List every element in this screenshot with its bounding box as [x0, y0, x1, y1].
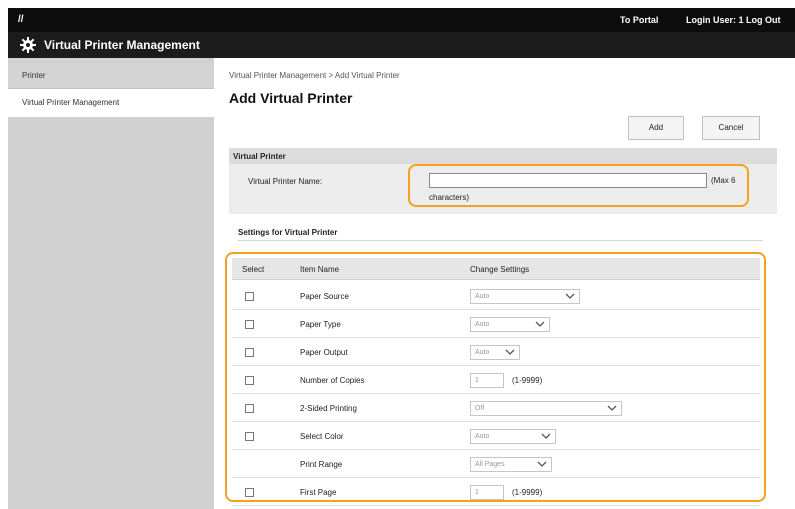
breadcrumb: Virtual Printer Management > Add Virtual… — [229, 71, 400, 80]
brand-slashes: // — [18, 14, 24, 25]
highlight-frame-name — [408, 164, 749, 207]
sidebar-item-virtual-printer-management[interactable]: Virtual Printer Management — [8, 89, 214, 117]
settings-title: Settings for Virtual Printer — [238, 228, 338, 237]
virtual-printer-name-label: Virtual Printer Name: — [248, 177, 323, 186]
page-title: Add Virtual Printer — [229, 90, 353, 106]
settings-description — [240, 244, 750, 252]
login-user-logout[interactable]: Login User: 1 Log Out — [686, 15, 781, 25]
top-bar: // To Portal Login User: 1 Log Out — [8, 8, 795, 32]
to-portal-link[interactable]: To Portal — [620, 15, 658, 25]
sidebar-item-printer[interactable]: Printer — [8, 63, 214, 89]
divider — [238, 240, 763, 241]
highlight-frame-settings — [225, 252, 766, 502]
app-title: Virtual Printer Management — [44, 38, 200, 52]
title-bar: Virtual Printer Management — [8, 32, 795, 58]
gear-icon — [20, 37, 36, 53]
add-button[interactable]: Add — [628, 116, 684, 140]
sidebar: Printer Virtual Printer Management — [8, 58, 214, 509]
virtual-printer-section-header: Virtual Printer — [229, 148, 777, 164]
cancel-button[interactable]: Cancel — [702, 116, 760, 140]
